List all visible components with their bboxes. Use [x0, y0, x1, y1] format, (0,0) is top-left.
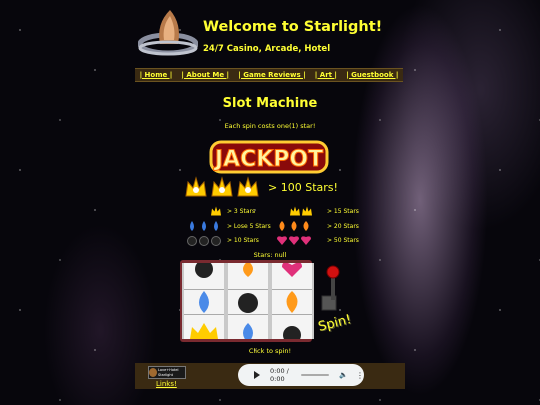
bomb-icon [187, 236, 221, 246]
spin-cost-text: Each spin costs one(1) star! [224, 122, 316, 130]
reel-1 [182, 263, 226, 339]
bomb-icon [283, 326, 301, 339]
jackpot-payout-text: > 100 Stars! [268, 180, 338, 194]
crown-icon [211, 206, 221, 216]
hotel-badge[interactable]: Love+Hotel Starlight [148, 366, 186, 379]
payout-50-stars: > 50 Stars [327, 237, 359, 244]
volume-icon[interactable]: 🔈 [339, 371, 348, 379]
payout-3-stars: > 3 Stars [227, 208, 256, 215]
fire-icon [243, 263, 253, 277]
nav-reviews-link[interactable]: | Game Reviews | [238, 71, 305, 79]
jackpot-banner: JACKPOT [209, 140, 329, 174]
reel-2 [226, 263, 270, 339]
jackpot-label: JACKPOT [213, 147, 323, 172]
payout-20-stars: > 20 Stars [327, 223, 359, 230]
more-options-icon[interactable]: ⋮ [356, 371, 364, 380]
nav-guestbook-link[interactable]: | Guestbook | [346, 71, 398, 79]
slot-lever[interactable] [316, 262, 356, 322]
win-line [184, 289, 224, 315]
jackpot-payout-row: > 100 Stars! [184, 176, 338, 198]
nav-art-link[interactable]: | Art | [315, 71, 337, 79]
crown-icon [290, 206, 312, 216]
play-icon[interactable] [254, 371, 260, 379]
crown-icon [211, 176, 233, 197]
payout-15-stars: > 15 Stars [327, 208, 359, 215]
nav-about-link[interactable]: | About Me | [181, 71, 229, 79]
hotel-logo-icon [149, 368, 157, 377]
page-title: Welcome to Starlight! [203, 19, 383, 35]
badge-text: Love+Hotel Starlight [158, 367, 179, 377]
starfield-background [0, 0, 540, 405]
stars-counter: Stars: null [253, 251, 287, 259]
crown-icon [237, 176, 259, 197]
nav-bar: | Home | | About Me | | Game Reviews | |… [135, 68, 403, 82]
heart-icon [282, 263, 302, 277]
slot-heading: Slot Machine [222, 96, 318, 111]
audio-time: 0:00 / 0:00 [270, 367, 289, 383]
win-line [228, 289, 268, 315]
audio-player: 0:00 / 0:00 🔈 ⋮ [238, 364, 364, 386]
payout-lose-5-stars: > Lose 5 Stars [227, 223, 271, 230]
win-line [272, 289, 312, 315]
fire-icon [279, 221, 309, 231]
nav-home-link[interactable]: | Home | [140, 71, 173, 79]
starlight-logo [138, 10, 198, 56]
audio-progress-bar[interactable] [301, 374, 330, 376]
bomb-icon [195, 263, 213, 278]
crown-icon [185, 176, 207, 197]
heart-icon [277, 236, 311, 245]
links-link[interactable]: Links! [156, 380, 177, 388]
water-drop-icon [190, 221, 218, 231]
click-to-spin-text: Click to spin! [248, 347, 292, 355]
reel-3 [270, 263, 314, 339]
water-drop-icon [243, 323, 253, 339]
page-subtitle: 24/7 Casino, Arcade, Hotel [203, 44, 331, 54]
slot-machine[interactable] [180, 260, 314, 342]
crown-icon [190, 323, 218, 339]
payout-10-stars: > 10 Stars [227, 237, 259, 244]
